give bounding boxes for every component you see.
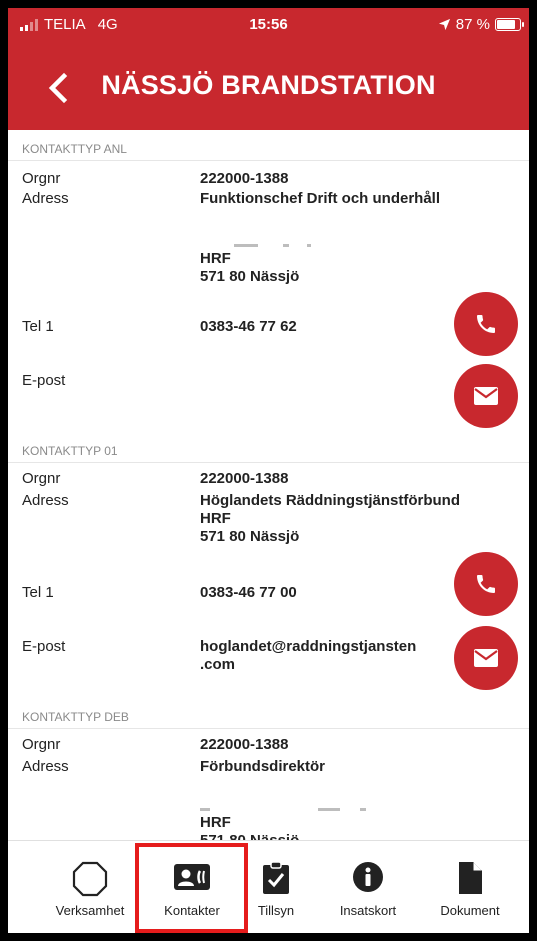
email-button[interactable] xyxy=(454,626,518,690)
section-header: KONTAKTTYP ANL xyxy=(22,142,127,156)
orgnr-label: Orgnr xyxy=(22,470,61,487)
epost-line2: .com xyxy=(200,656,236,673)
location-arrow-icon xyxy=(438,18,450,31)
orgnr-label: Orgnr xyxy=(22,170,61,187)
section-header: KONTAKTTYP DEB xyxy=(22,710,129,724)
status-right: 87 % xyxy=(438,16,524,33)
status-bar: TELIA 4G 15:56 87 % xyxy=(8,8,529,46)
bottom-tab-bar: Verksamhet Kontakter Tillsyn Insatskort … xyxy=(8,840,529,933)
adress-line3: 571 80 Nässjö xyxy=(200,832,299,840)
adress-line1: Förbundsdirektör xyxy=(200,758,326,775)
section-header: KONTAKTTYP 01 xyxy=(22,444,118,458)
divider xyxy=(8,728,529,729)
orgnr-value: 222000-1388 xyxy=(200,736,289,753)
adress-line3: 571 80 Nässjö xyxy=(200,528,300,545)
cropped-text xyxy=(360,808,366,811)
adress-label: Adress xyxy=(22,758,69,775)
adress-line1: Höglandets Räddningstjänstförbund xyxy=(200,492,460,509)
orgnr-value: 222000-1388 xyxy=(200,170,289,187)
epost-label: E-post xyxy=(22,372,66,389)
adress-line1: Funktionschef Drift och underhåll xyxy=(200,190,441,207)
phone-screen: TELIA 4G 15:56 87 % NÄSSJÖ BRANDSTATION … xyxy=(8,8,529,933)
tab-insatskort[interactable]: Insatskort xyxy=(316,841,420,933)
adress-line2: HRF xyxy=(200,510,231,527)
divider xyxy=(8,160,529,161)
cropped-text xyxy=(234,244,258,247)
octagon-icon xyxy=(72,861,108,897)
adress-label: Adress xyxy=(22,190,69,207)
info-icon xyxy=(353,862,383,892)
tel-label: Tel 1 xyxy=(22,318,54,335)
adress-line2: HRF xyxy=(200,814,231,831)
call-button[interactable] xyxy=(454,552,518,616)
selected-tab-highlight xyxy=(135,843,248,933)
orgnr-label: Orgnr xyxy=(22,736,61,753)
clipboard-check-icon xyxy=(263,861,289,894)
adress-line3: 571 80 Nässjö xyxy=(200,268,300,285)
email-button[interactable] xyxy=(454,364,518,428)
tab-label: Dokument xyxy=(440,903,500,918)
document-icon xyxy=(459,862,482,894)
adress-label: Adress xyxy=(22,492,69,509)
epost-line1: hoglandet@raddningstjansten xyxy=(200,638,417,655)
tel-value: 0383-46 77 62 xyxy=(200,318,297,335)
envelope-icon xyxy=(474,387,498,405)
contact-list[interactable]: KONTAKTTYP ANL Orgnr 222000-1388 Adress … xyxy=(8,130,529,840)
tab-label: Insatskort xyxy=(339,903,397,918)
cropped-text xyxy=(318,808,340,811)
tab-label: Verksamhet xyxy=(55,903,125,918)
epost-label: E-post xyxy=(22,638,66,655)
app-header: NÄSSJÖ BRANDSTATION xyxy=(8,46,529,130)
cropped-text xyxy=(283,244,289,247)
tab-verksamhet[interactable]: Verksamhet xyxy=(38,841,142,933)
tel-value: 0383-46 77 00 xyxy=(200,584,297,601)
page-title: NÄSSJÖ BRANDSTATION xyxy=(101,70,436,100)
battery-percent: 87 % xyxy=(455,16,490,33)
phone-icon xyxy=(477,575,495,593)
tel-label: Tel 1 xyxy=(22,584,54,601)
call-button[interactable] xyxy=(454,292,518,356)
divider xyxy=(8,462,529,463)
orgnr-value: 222000-1388 xyxy=(200,470,289,487)
tab-dokument[interactable]: Dokument xyxy=(418,841,522,933)
envelope-icon xyxy=(474,649,498,667)
battery-icon xyxy=(495,18,524,31)
adress-line2: HRF xyxy=(200,250,231,267)
phone-icon xyxy=(477,315,495,333)
cropped-text xyxy=(307,244,311,247)
cropped-text xyxy=(200,808,210,811)
